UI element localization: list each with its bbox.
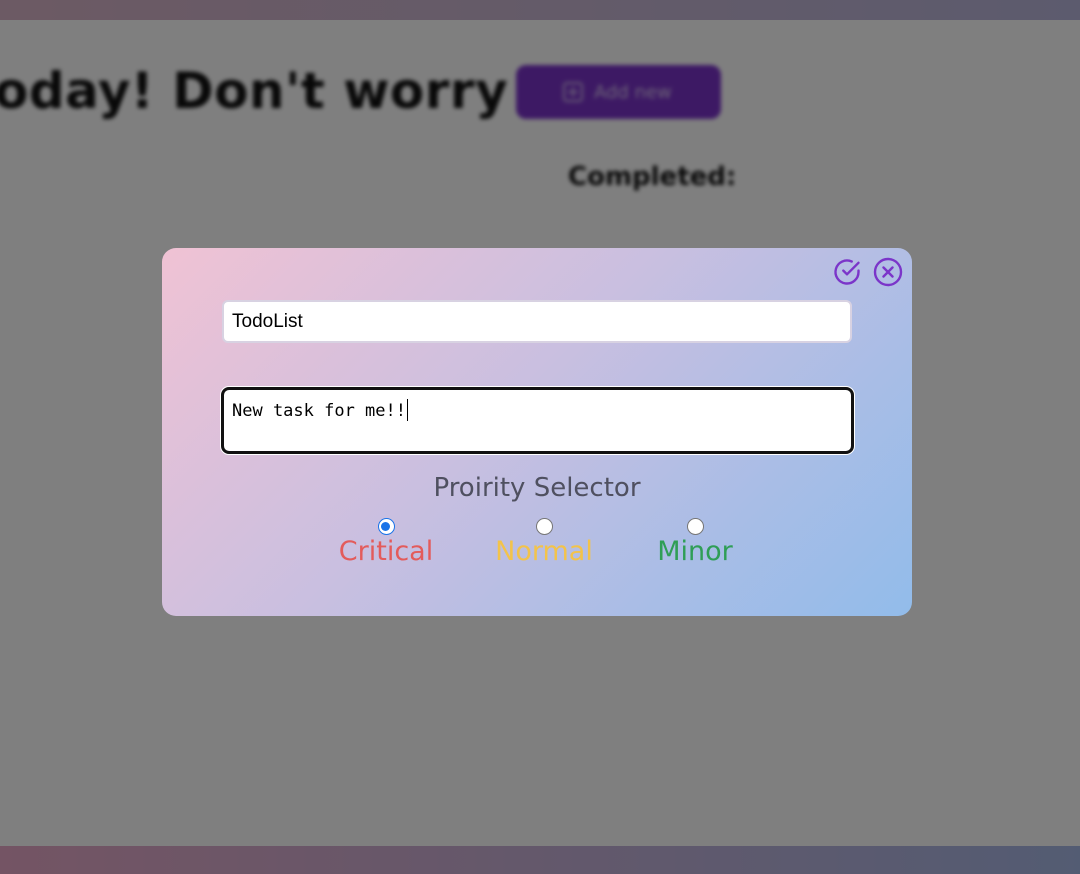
priority-radio-normal[interactable] <box>535 518 553 535</box>
priority-radio-critical[interactable] <box>377 518 395 535</box>
priority-option-minor[interactable]: Minor <box>654 516 736 567</box>
priority-radio-group: Critical Normal Minor <box>162 516 912 576</box>
task-description-text: New task for me!! <box>232 401 406 421</box>
confirm-button[interactable] <box>831 256 863 288</box>
priority-label-critical: Critical <box>338 536 434 567</box>
close-circle-icon <box>873 257 903 287</box>
close-button[interactable] <box>872 256 904 288</box>
add-task-modal: New task for me!! Proirity Selector Crit… <box>162 248 912 616</box>
priority-label-minor: Minor <box>657 536 733 567</box>
check-circle-icon <box>834 259 860 285</box>
priority-option-critical[interactable]: Critical <box>338 516 434 567</box>
priority-label-normal: Normal <box>495 536 593 567</box>
task-description-input[interactable]: New task for me!! <box>221 387 854 454</box>
text-caret <box>407 399 408 421</box>
priority-option-normal[interactable]: Normal <box>492 516 596 567</box>
priority-radio-minor[interactable] <box>686 518 704 535</box>
priority-selector-title: Proirity Selector <box>433 473 641 503</box>
task-title-input[interactable] <box>222 300 852 343</box>
